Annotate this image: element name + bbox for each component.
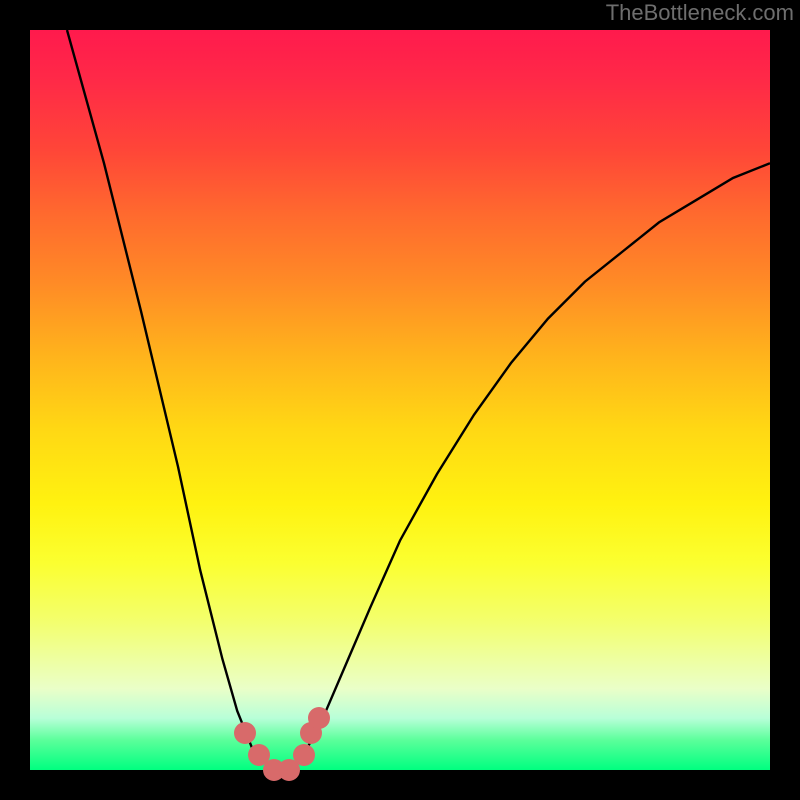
watermark-text: TheBottleneck.com <box>606 0 794 26</box>
highlight-bubble <box>308 707 330 729</box>
highlight-bubble <box>234 722 256 744</box>
highlight-bubble <box>293 744 315 766</box>
curve-layer <box>30 30 770 770</box>
bottleneck-curve <box>67 30 770 770</box>
